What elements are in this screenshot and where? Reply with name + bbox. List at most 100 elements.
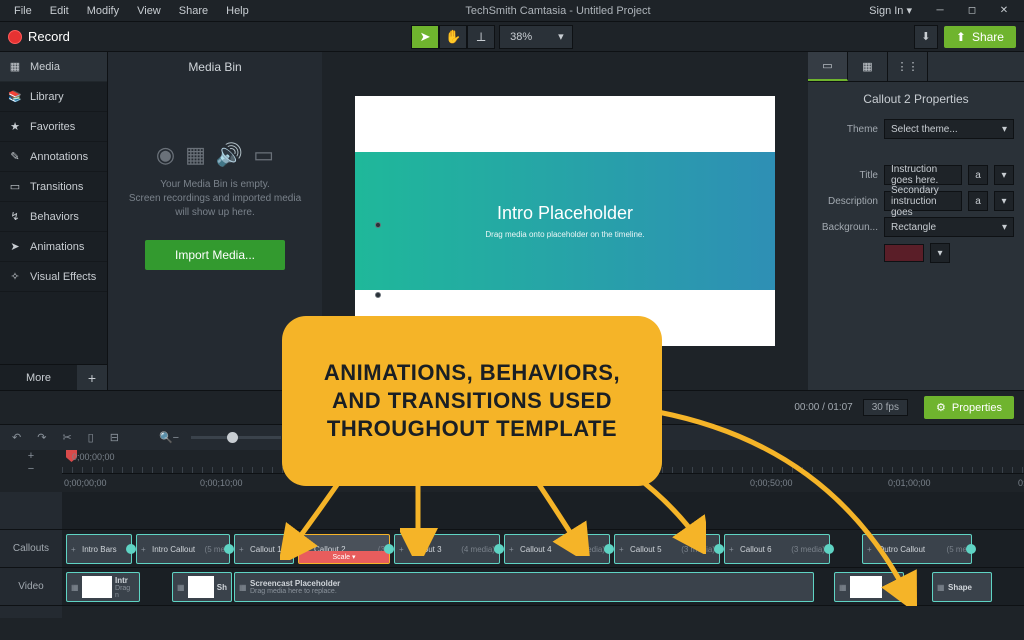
import-media-button[interactable]: Import Media... [145, 240, 285, 270]
menu-file[interactable]: File [6, 3, 40, 19]
sidebar-tab-media[interactable]: ▦Media [0, 52, 107, 82]
theme-select[interactable]: Select theme...▾ [884, 119, 1014, 139]
timeline-clip[interactable]: +Intro Bars [66, 534, 132, 564]
transition-handle[interactable] [966, 544, 976, 554]
crop-icon: ⟂ [477, 29, 486, 45]
crop-tool-button[interactable]: ⟂ [467, 25, 495, 49]
share-icon: ⬆ [956, 30, 966, 44]
clip-label: Shape [948, 583, 972, 592]
transition-handle[interactable] [384, 544, 394, 554]
undo-button[interactable]: ↶ [8, 429, 25, 446]
zoom-select[interactable]: 38% ▾ [499, 25, 573, 49]
selection-handle[interactable] [375, 222, 381, 228]
annotation-arrow [652, 406, 922, 606]
zoom-out-button[interactable]: 🔍− [155, 429, 183, 446]
download-button[interactable]: ⬇ [914, 25, 938, 49]
split-button[interactable]: ⊟ [106, 429, 123, 446]
copy-button[interactable]: ▯ [84, 429, 98, 446]
desc-more-button[interactable]: ▾ [994, 191, 1014, 211]
properties-label: Properties [952, 402, 1002, 414]
props-tab-layout[interactable]: ▦ [848, 52, 888, 81]
cut-button[interactable]: ✂ [58, 429, 75, 446]
canvas[interactable]: Intro Placeholder Drag media onto placeh… [355, 96, 775, 346]
properties-button[interactable]: ⚙ Properties [924, 396, 1014, 419]
record-icon [8, 30, 22, 44]
track-label-video[interactable]: Video [0, 568, 62, 606]
color-more-button[interactable]: ▾ [930, 243, 950, 263]
menu-help[interactable]: Help [218, 3, 257, 19]
menu-view[interactable]: View [129, 3, 169, 19]
clip-label: Intr [115, 576, 135, 585]
tab-label: Visual Effects [30, 271, 96, 283]
expand-icon: + [141, 545, 149, 554]
sidebar-tab-behaviors[interactable]: ↯Behaviors [0, 202, 107, 232]
timeline-clip[interactable]: ▦ Sh [172, 572, 232, 602]
track-label-callouts[interactable]: Callouts [0, 530, 62, 568]
menu-share[interactable]: Share [171, 3, 216, 19]
track-add-buttons: + − [0, 450, 62, 474]
props-tab-visual[interactable]: ▭ [808, 52, 848, 81]
menu-edit[interactable]: Edit [42, 3, 77, 19]
pan-tool-button[interactable]: ✋ [439, 25, 467, 49]
close-button[interactable]: ✕ [990, 2, 1018, 20]
redo-button[interactable]: ↷ [33, 429, 50, 446]
sign-in-button[interactable]: Sign In ▾ [859, 2, 922, 19]
sidebar-tab-visual-effects[interactable]: ✧ Visual Effects [0, 262, 107, 292]
timeline-clip[interactable]: +Intro Callout(5 me [136, 534, 230, 564]
download-icon: ⬇ [921, 30, 930, 43]
left-sidebar: ▦Media📚Library★Favorites✎Annotations▭Tra… [0, 52, 108, 390]
add-track-button[interactable]: + [28, 450, 34, 462]
expand-icon: + [71, 545, 79, 554]
image-type-icon: ▭ [253, 142, 274, 168]
transition-handle[interactable] [224, 544, 234, 554]
tab-icon: ▦ [8, 60, 22, 73]
transition-handle[interactable] [126, 544, 136, 554]
timeline-zoom-slider[interactable] [191, 436, 281, 439]
record-button[interactable]: Record [8, 29, 70, 44]
annotation-arrow [530, 476, 590, 556]
tab-label: Transitions [30, 181, 83, 193]
expand-icon: + [239, 545, 247, 554]
tab-icon: ➤ [8, 240, 22, 253]
title-more-button[interactable]: ▾ [994, 165, 1014, 185]
remove-track-button[interactable]: − [28, 463, 34, 475]
desc-input[interactable]: Secondary instruction goes [884, 191, 962, 211]
clip-label: Callout 1 [250, 545, 282, 554]
more-button[interactable]: More [0, 364, 77, 390]
bg-color-swatch[interactable] [884, 244, 924, 262]
sidebar-tab-annotations[interactable]: ✎Annotations [0, 142, 107, 172]
expand-icon: ▦ [177, 583, 185, 592]
layout-icon: ▦ [862, 60, 872, 73]
select-tool-button[interactable]: ➤ [411, 25, 439, 49]
title-input[interactable]: Instruction goes here. [884, 165, 962, 185]
record-type-icon: ◉ [156, 142, 175, 168]
sidebar-tab-transitions[interactable]: ▭Transitions [0, 172, 107, 202]
timeline-clip[interactable]: ▦IntrDrag n [66, 572, 140, 602]
transition-handle[interactable] [494, 544, 504, 554]
sidebar-tab-library[interactable]: 📚Library [0, 82, 107, 112]
sidebar-tab-favorites[interactable]: ★Favorites [0, 112, 107, 142]
media-bin-title: Media Bin [188, 52, 241, 82]
canvas-title: Intro Placeholder [497, 203, 633, 224]
timeline-clip[interactable]: ▦Shape [932, 572, 992, 602]
chevron-down-icon: ▾ [1002, 222, 1007, 233]
track-label-empty[interactable] [0, 492, 62, 530]
title-font-button[interactable]: a [968, 165, 988, 185]
minimize-button[interactable]: ─ [926, 2, 954, 20]
tab-icon: ✧ [8, 270, 22, 283]
bg-select[interactable]: Rectangle▾ [884, 217, 1014, 237]
canvas-tools: ➤ ✋ ⟂ 38% ▾ [411, 25, 573, 49]
share-button[interactable]: ⬆ Share [944, 26, 1016, 48]
properties-panel: ▭ ▦ ⋮⋮ Callout 2 Properties Theme Select… [808, 52, 1024, 390]
props-tab-audio[interactable]: ⋮⋮ [888, 52, 928, 81]
desc-font-button[interactable]: a [968, 191, 988, 211]
maximize-button[interactable]: ◻ [958, 2, 986, 20]
clip-label: Sh [217, 583, 227, 592]
add-panel-button[interactable]: + [77, 364, 107, 390]
annotation-text: ANIMATIONS, BEHAVIORS, AND TRANSITIONS U… [302, 359, 642, 443]
menu-modify[interactable]: Modify [79, 3, 127, 19]
sidebar-tab-animations[interactable]: ➤Animations [0, 232, 107, 262]
zoom-value: 38% [510, 31, 532, 43]
selection-handle[interactable] [375, 292, 381, 298]
tab-icon: ✎ [8, 150, 22, 163]
